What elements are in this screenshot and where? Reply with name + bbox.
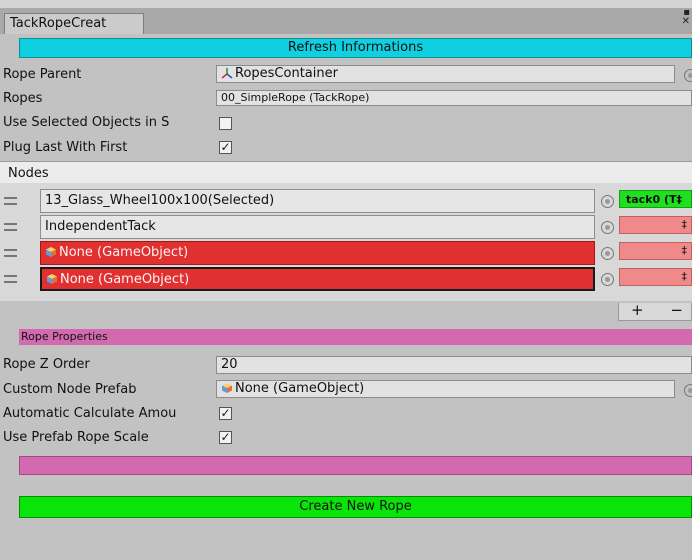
use-prefab-scale-checkbox[interactable]: ✓ (219, 431, 232, 444)
tack-label-4: ‡ (681, 270, 688, 283)
custom-node-prefab-label: Custom Node Prefab (3, 382, 137, 397)
transform-icon (221, 68, 233, 79)
rope-z-order-input[interactable]: 20 (216, 356, 692, 374)
ropes-dropdown[interactable]: 00_SimpleRope (TackRope) (216, 90, 692, 106)
tack-select-button-4[interactable]: ‡ (619, 268, 692, 286)
tab-title: TackRopeCreat (10, 16, 107, 31)
ropes-label: Ropes (3, 91, 43, 106)
rope-parent-value: RopesContainer (235, 66, 338, 81)
remove-icon[interactable]: − (670, 301, 683, 319)
tab-tackropecreator[interactable]: TackRopeCreat (4, 13, 144, 34)
drag-handle-icon[interactable] (4, 223, 17, 231)
auto-calc-label: Automatic Calculate Amou (3, 406, 177, 421)
refresh-informations-button[interactable]: Refresh Informations (19, 38, 692, 58)
list-footer: + − (618, 303, 692, 321)
nodes-header-label: Nodes (8, 166, 49, 181)
auto-calc-checkbox[interactable]: ✓ (219, 407, 232, 420)
tab-bar: TackRopeCreat ▪ ✕ (0, 8, 692, 34)
gameobject-icon (222, 383, 232, 393)
create-new-rope-button[interactable]: Create New Rope (19, 496, 692, 518)
gameobject-icon (46, 247, 56, 257)
use-selected-checkbox[interactable] (219, 117, 232, 130)
object-picker-icon[interactable] (601, 247, 614, 260)
node-value-2: IndependentTack (45, 219, 156, 234)
rope-parent-field[interactable]: RopesContainer (216, 65, 675, 83)
node-value-4: None (GameObject) (60, 272, 190, 287)
use-prefab-scale-label: Use Prefab Rope Scale (3, 430, 149, 445)
add-icon[interactable]: + (631, 301, 644, 319)
tack-select-button-3[interactable]: ‡ (619, 242, 692, 260)
node-field-1[interactable]: 13_Glass_Wheel100x100(Selected) (40, 189, 595, 213)
rope-properties-header: Rope Properties (19, 329, 692, 345)
tack-select-button-1[interactable]: tack0 (T‡ (619, 190, 692, 208)
object-picker-icon[interactable] (601, 273, 614, 286)
node-field-3[interactable]: None (GameObject) (40, 241, 595, 265)
close-icon[interactable]: ✕ (682, 17, 690, 27)
tack-label-1: tack0 (T‡ (626, 193, 683, 206)
window-controls: ▪ ✕ (682, 8, 690, 27)
object-picker-icon[interactable] (684, 69, 692, 82)
drag-handle-icon[interactable] (4, 249, 17, 257)
drag-handle-icon[interactable] (4, 275, 17, 283)
rope-z-order-label: Rope Z Order (3, 357, 90, 372)
node-value-1: 13_Glass_Wheel100x100(Selected) (45, 193, 275, 208)
window-top-strip (0, 0, 692, 8)
node-field-4[interactable]: None (GameObject) (40, 267, 595, 291)
tack-label-3: ‡ (681, 244, 688, 257)
object-picker-icon[interactable] (684, 384, 692, 397)
pink-bar (19, 456, 692, 475)
object-picker-icon[interactable] (601, 221, 614, 234)
plug-last-label: Plug Last With First (3, 140, 128, 155)
nodes-header: Nodes (0, 161, 692, 183)
object-picker-icon[interactable] (601, 195, 614, 208)
node-value-3: None (GameObject) (59, 245, 189, 260)
custom-node-prefab-field[interactable]: None (GameObject) (216, 380, 675, 398)
use-selected-label: Use Selected Objects in S (3, 115, 170, 130)
tack-select-button-2[interactable]: ‡ (619, 216, 692, 234)
rope-z-order-value: 20 (221, 357, 238, 372)
tack-label-2: ‡ (681, 218, 688, 231)
plug-last-checkbox[interactable]: ✓ (219, 141, 232, 154)
node-field-2[interactable]: IndependentTack (40, 215, 595, 239)
gameobject-icon (47, 274, 57, 284)
drag-handle-icon[interactable] (4, 197, 17, 205)
rope-parent-label: Rope Parent (3, 67, 82, 82)
ropes-value: 00_SimpleRope (TackRope) (221, 91, 370, 104)
custom-node-prefab-value: None (GameObject) (235, 381, 365, 396)
